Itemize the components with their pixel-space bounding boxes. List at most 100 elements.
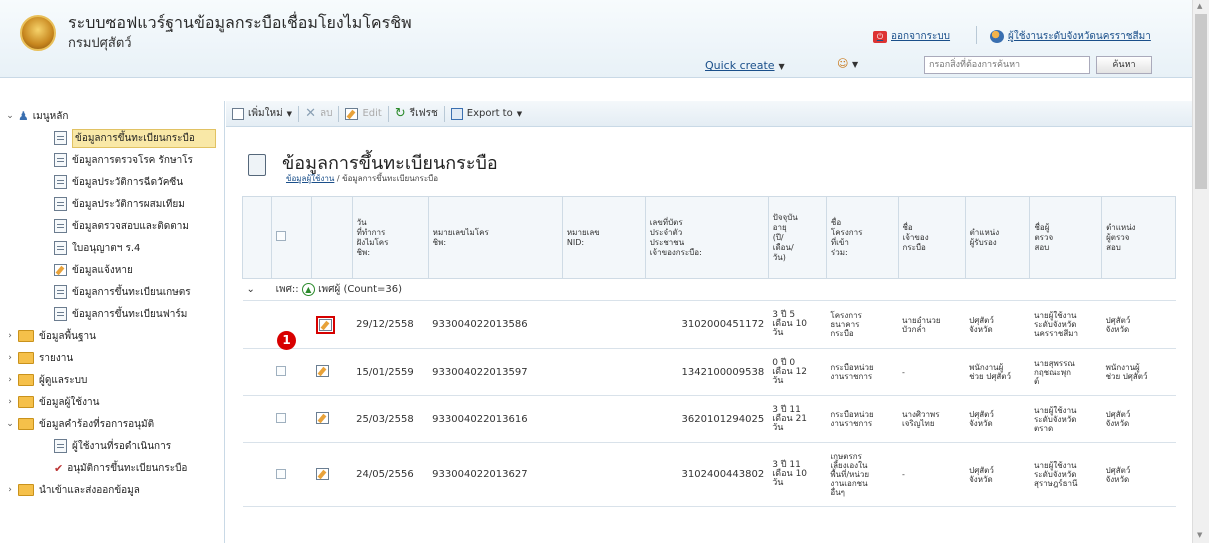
cell-cert-position: ปศุสัตว์ จังหวัด (965, 442, 1030, 507)
cell-inspector-position: ปศุสัตว์ จังหวัด (1101, 442, 1176, 507)
sidebar-folder-label: ข้อมูลผู้ใช้งาน (39, 396, 100, 408)
column-header-label: เลขที่บัตร ประจำตัว ประชาชน เจ้าของกระบื… (649, 217, 702, 257)
sidebar-item-farm-registration[interactable]: ข้อมูลการขึ้นทะเบียนฟาร์ม (54, 303, 222, 325)
user-icon (990, 30, 1004, 43)
toolbar: เพิ่มใหม่ ▼ ✕ ลบ Edit ↻ รีเฟรช Export to ▼ (226, 101, 1192, 127)
column-header-inspector[interactable]: ชื่อผู้ ตรวจ สอบ (1029, 196, 1103, 279)
column-header-id-card[interactable]: เลขที่บัตร ประจำตัว ประชาชน เจ้าของกระบื… (644, 196, 769, 279)
row-spacer (242, 348, 272, 396)
logout-icon: ⏻ (873, 30, 887, 43)
column-header-project[interactable]: ชื่อ โครงการ ที่เข้า ร่วม: (825, 196, 899, 279)
document-icon (54, 197, 67, 211)
chevron-down-icon: ⌄ (246, 284, 255, 295)
cell-chip: 933004022013627 (428, 442, 563, 507)
cell-owner: - (898, 348, 966, 396)
breadcrumb-link[interactable]: ข้อมูลผู้ใช้งาน (286, 174, 334, 183)
group-label-cell: เพศ:: ▲ เพศผู้ (Count=36) (271, 278, 1176, 301)
chevron-right-icon: › (8, 397, 12, 407)
sidebar-item-insemination[interactable]: ข้อมูลประวัติการผสมเทียม (54, 193, 222, 215)
quick-create-menu[interactable]: Quick create ▼ (705, 59, 785, 72)
search-button[interactable]: ค้นหา (1096, 56, 1152, 74)
cell-owner: - (898, 442, 966, 507)
logout-link[interactable]: ⏻ ออกจากระบบ (873, 29, 950, 44)
row-checkbox[interactable] (275, 366, 286, 376)
edit-button[interactable]: Edit (339, 107, 387, 120)
cell-cert-position: พนักงานผู้ ช่วย ปศุสัตว์ (965, 348, 1030, 396)
group-row[interactable]: ⌄ เพศ:: ▲ เพศผู้ (Count=36) (242, 278, 1176, 301)
column-header-age[interactable]: ปัจจุบัน อายุ (ปี/ เดือน/ วัน) (767, 196, 827, 279)
column-header-chip[interactable]: หมายเลขไมโคร ชิพ: (427, 196, 563, 279)
header-bar: ระบบซอฟแวร์ฐานข้อมูลกระบือเชื่อมโยงไมโคร… (0, 0, 1192, 78)
cell-age: 3 ปี 11 เดือน 21 วัน (768, 395, 827, 443)
edit-icon[interactable] (315, 412, 329, 424)
chevron-down-icon: ▼ (286, 109, 293, 118)
column-header-owner[interactable]: ชื่อ เจ้าของ กระบือ (897, 196, 966, 279)
sidebar-item-farmer-registration[interactable]: ข้อมูลการขึ้นทะเบียนเกษตร (54, 281, 222, 303)
column-header-date[interactable]: วัน ที่ทำการ ฝังไมโคร ชิพ: (351, 196, 429, 279)
sidebar-item-disease-check[interactable]: ข้อมูลการตรวจโรค รักษาโร (54, 149, 222, 171)
cell-inspector: นายผู้ใช้งาน ระดับจังหวัด สุราษฎร์ธานี (1029, 442, 1102, 507)
table-row[interactable]: 29/12/2558 933004022013586 3102000451172… (242, 300, 1176, 349)
column-header-inspector-position[interactable]: ตำแหน่ง ผู้ตรวจ สอบ (1101, 196, 1176, 279)
sidebar-item-vaccination[interactable]: ข้อมูลประวัติการฉีดวัคซีน (54, 171, 222, 193)
new-button[interactable]: เพิ่มใหม่ ▼ (226, 106, 298, 121)
app-subtitle: กรมปศุสัตว์ (68, 36, 132, 51)
scroll-thumb[interactable] (1195, 14, 1207, 189)
scroll-up-icon[interactable]: ▲ (1197, 2, 1202, 10)
row-checkbox[interactable] (275, 413, 286, 423)
table-row[interactable]: 15/01/2559 933004022013597 1342100009538… (242, 348, 1176, 396)
sidebar-folder-approvals[interactable]: ⌄ ข้อมูลคำร้องที่รอการอนุมัติ (2, 413, 224, 435)
sidebar-folder-basic-data[interactable]: › ข้อมูลพื้นฐาน (2, 325, 224, 347)
chevron-right-icon: › (8, 375, 12, 385)
document-icon (54, 219, 67, 233)
cell-project: กระบือหน่วย งานราชการ (826, 395, 898, 443)
page-scrollbar[interactable]: ▲ ▼ (1192, 0, 1209, 543)
quick-create-label: Quick create (705, 59, 775, 72)
sidebar-item-approve-registration[interactable]: ✔ อนุมัติการขึ้นทะเบียนกระบือ (54, 457, 222, 479)
edit-highlight[interactable] (315, 315, 335, 334)
edit-icon[interactable] (315, 365, 329, 377)
sidebar-item-inspection[interactable]: ข้อมูลตรวจสอบและติดตาม (54, 215, 222, 237)
sidebar-item-pending-users[interactable]: ผู้ใช้งานที่รอดำเนินการ (54, 435, 222, 457)
delete-label: ลบ (319, 108, 333, 119)
approve-icon: ✔ (54, 461, 64, 475)
cell-nid (562, 300, 646, 349)
search-input[interactable] (924, 56, 1090, 74)
row-checkbox[interactable] (275, 468, 286, 479)
options-menu[interactable]: ☺ ▼ (837, 57, 858, 70)
column-header-label: ชื่อผู้ ตรวจ สอบ (1034, 222, 1054, 252)
column-header-cert-position[interactable]: ตำแหน่ง ผู้รับรอง (964, 196, 1031, 279)
sidebar-folder-user-data[interactable]: › ข้อมูลผู้ใช้งาน (2, 391, 224, 413)
cell-inspector-position: พนักงานผู้ ช่วย ปศุสัตว์ (1101, 348, 1176, 396)
app-window: { "header": { "title": "ระบบซอฟแวร์ฐานข้… (0, 0, 1209, 543)
sidebar-main-menu[interactable]: ⌄ ♟ เมนูหลัก (2, 105, 224, 127)
sidebar-item-lost-report[interactable]: ข้อมูลแจ้งหาย (54, 259, 222, 281)
sidebar-folder-label: ข้อมูลพื้นฐาน (39, 330, 96, 342)
sidebar-folder-label: ผู้ดูแลระบบ (39, 374, 88, 386)
export-button[interactable]: Export to ▼ (445, 107, 528, 120)
row-spacer (242, 395, 272, 443)
user-profile-link[interactable]: ผู้ใช้งานระดับจังหวัดนครราชสีมา (990, 29, 1151, 44)
group-collapse-toggle[interactable]: ⌄ (242, 278, 272, 301)
column-header-nid[interactable]: หมายเลข NID: (561, 196, 646, 279)
sidebar-item-license[interactable]: ใบอนุญาตฯ ร.4 (54, 237, 222, 259)
scroll-down-icon[interactable]: ▼ (1197, 531, 1202, 539)
sidebar-folder-import-export[interactable]: › นำเข้าและส่งออกข้อมูล (2, 479, 224, 501)
edit-label: Edit (362, 108, 382, 119)
table-row[interactable]: 24/05/2556 933004022013627 3102400443802… (242, 442, 1176, 507)
column-header-label: ชื่อ เจ้าของ กระบือ (902, 222, 929, 252)
document-icon (54, 153, 67, 167)
sidebar-folder-reports[interactable]: › รายงาน (2, 347, 224, 369)
chevron-down-icon: ▼ (851, 60, 859, 69)
refresh-label: รีเฟรช (409, 108, 438, 119)
sidebar-item-label: ผู้ใช้งานที่รอดำเนินการ (72, 440, 172, 452)
refresh-button[interactable]: ↻ รีเฟรช (389, 106, 444, 121)
delete-button[interactable]: ✕ ลบ (299, 106, 338, 121)
cell-nid (562, 442, 646, 507)
sidebar-item-buffalo-registration[interactable]: ข้อมูลการขึ้นทะเบียนกระบือ (54, 127, 222, 149)
table-row[interactable]: 25/03/2558 933004022013616 3620101294025… (242, 395, 1176, 443)
document-icon (54, 439, 67, 453)
select-all-checkbox[interactable] (276, 231, 287, 241)
edit-icon[interactable] (315, 467, 329, 480)
sidebar-folder-admin[interactable]: › ผู้ดูแลระบบ (2, 369, 224, 391)
